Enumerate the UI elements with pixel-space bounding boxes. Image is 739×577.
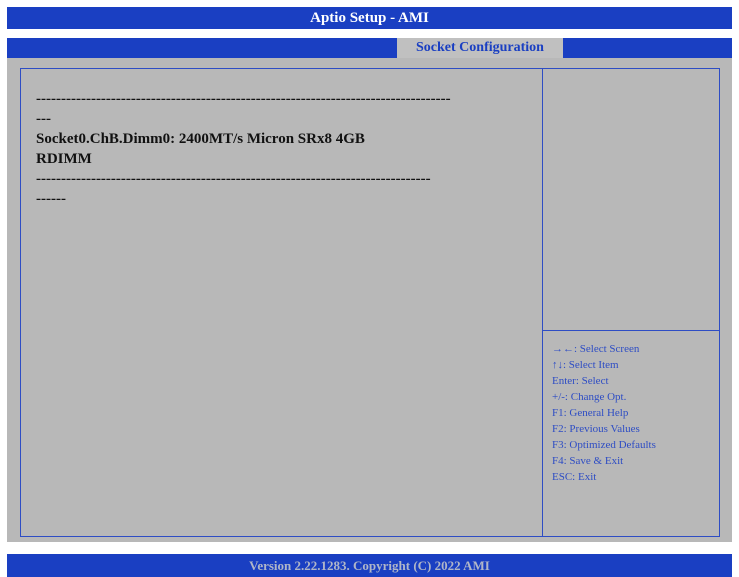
help-save-exit: F4: Save & Exit: [552, 455, 624, 467]
help-select-item: ↑↓: Select Item: [552, 359, 619, 371]
version-footer: Version 2.22.1283. Copyright (C) 2022 AM…: [7, 554, 732, 577]
content-frame: ----------------------------------------…: [20, 68, 720, 537]
vertical-divider: [542, 69, 543, 536]
help-change-option: +/-: Change Opt.: [552, 391, 627, 403]
main-panel: ----------------------------------------…: [7, 58, 732, 542]
help-exit: ESC: Exit: [552, 471, 597, 483]
app-title: Aptio Setup - AMI: [310, 10, 429, 26]
help-divider: [543, 330, 719, 331]
help-select-screen: →←: Select Screen: [552, 343, 640, 355]
dimm-info-line: Socket0.ChB.Dimm0: 2400MT/s Micron SRx8 …: [36, 131, 365, 147]
tab-socket-configuration[interactable]: Socket Configuration: [397, 38, 563, 58]
help-optimized-defaults: F3: Optimized Defaults: [552, 439, 656, 451]
key-help-panel: →←: Select Screen ↑↓: Select Item Enter:…: [552, 341, 722, 485]
help-previous-values: F2: Previous Values: [552, 423, 640, 435]
help-general-help: F1: General Help: [552, 407, 629, 419]
tab-bar: Socket Configuration: [7, 38, 732, 58]
app-title-bar: Aptio Setup - AMI: [7, 7, 732, 29]
separator-line: ----------------------------------------…: [36, 91, 451, 107]
separator-line: ------: [36, 191, 66, 207]
settings-list: ----------------------------------------…: [36, 89, 531, 209]
dimm-info-line: RDIMM: [36, 151, 92, 167]
help-enter-select: Enter: Select: [552, 375, 609, 387]
separator-line: ---: [36, 111, 51, 127]
separator-line: ----------------------------------------…: [36, 171, 431, 187]
version-text: Version 2.22.1283. Copyright (C) 2022 AM…: [249, 558, 490, 573]
